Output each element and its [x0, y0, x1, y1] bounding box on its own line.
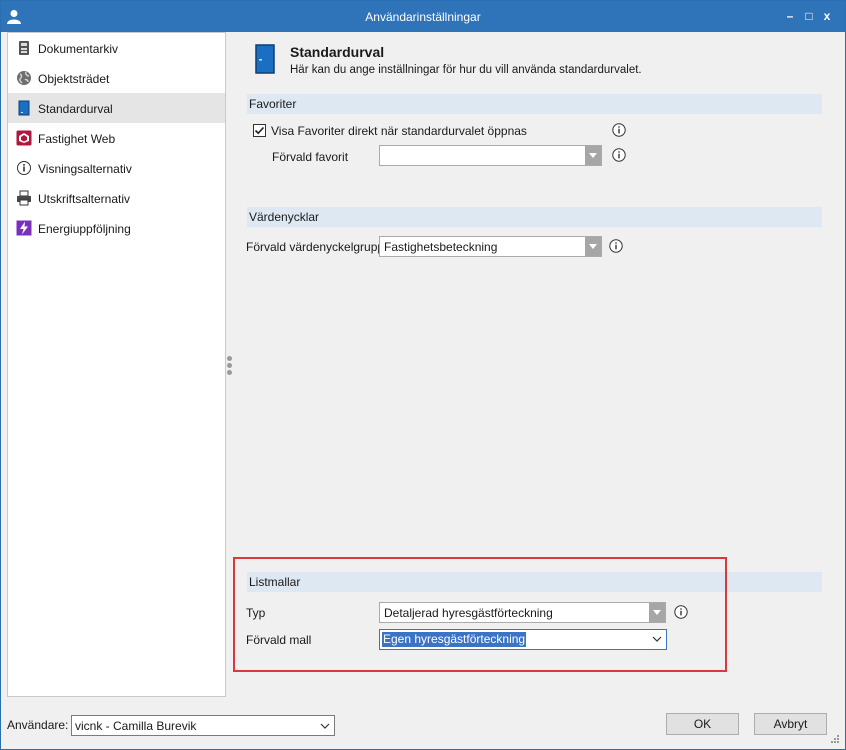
settings-window: Användarinställningar – □ x Dokumentarki…: [0, 0, 846, 750]
energy-icon: [16, 220, 32, 236]
globe-icon: [17, 71, 31, 85]
window-title: Användarinställningar: [365, 10, 481, 24]
fastighet-web-icon: [16, 130, 32, 146]
nav-item-label: Standardurval: [38, 102, 113, 116]
nav-item-standardurval[interactable]: Standardurval: [8, 93, 225, 123]
info-icon[interactable]: [612, 123, 626, 137]
show-favorites-checkbox[interactable]: [253, 124, 266, 137]
default-favorite-label: Förvald favorit: [272, 150, 349, 164]
nav-item-utskriftsalternativ[interactable]: Utskriftsalternativ: [8, 183, 225, 213]
page-title: Standardurval: [290, 44, 385, 60]
nav-item-label: Utskriftsalternativ: [38, 192, 131, 206]
maximize-button[interactable]: □: [800, 7, 818, 25]
info-icon: [17, 161, 31, 175]
section-title: Värdenycklar: [249, 210, 320, 224]
user-value: vicnk - Camilla Burevik: [75, 719, 197, 733]
settings-nav: Dokumentarkiv Objektsträdet Standardurva…: [7, 32, 226, 697]
info-icon[interactable]: [612, 148, 626, 162]
section-title: Favoriter: [249, 97, 297, 111]
user-label: Användare:: [7, 718, 69, 732]
ok-button[interactable]: OK: [666, 713, 739, 735]
chevron-down-icon[interactable]: [320, 722, 330, 730]
nav-item-dokumentarkiv[interactable]: Dokumentarkiv: [8, 33, 225, 63]
page-description: Här kan du ange inställningar för hur du…: [290, 64, 642, 76]
value-key-group-label: Förvald värdenyckelgrupp: [246, 240, 385, 254]
printer-icon: [17, 190, 31, 206]
default-favorite-dropdown[interactable]: [379, 145, 602, 166]
section-header-vardenycklar: Värdenycklar: [247, 207, 822, 227]
user-dropdown[interactable]: vicnk - Camilla Burevik: [71, 715, 335, 736]
highlight-box: [233, 557, 727, 672]
dropdown-arrow-icon[interactable]: [585, 237, 601, 256]
value-key-group-value: Fastighetsbeteckning: [384, 240, 498, 254]
nav-item-energiuppfoljning[interactable]: Energiuppföljning: [8, 213, 225, 243]
nav-item-label: Visningsalternativ: [38, 162, 132, 176]
nav-item-label: Fastighet Web: [38, 132, 116, 146]
nav-item-label: Objektsträdet: [38, 72, 110, 86]
nav-item-label: Dokumentarkiv: [38, 42, 119, 56]
nav-item-fastighet-web[interactable]: Fastighet Web: [8, 123, 225, 153]
title-bar[interactable]: Användarinställningar – □ x: [1, 1, 845, 32]
door-icon: [255, 44, 275, 74]
document-archive-icon: [19, 41, 29, 55]
close-button[interactable]: x: [818, 7, 836, 25]
value-key-group-dropdown[interactable]: Fastighetsbeteckning: [379, 236, 602, 257]
nav-item-objektstradet[interactable]: Objektsträdet: [8, 63, 225, 93]
settings-panel: Standardurval Här kan du ange inställnin…: [233, 32, 833, 697]
minimize-button[interactable]: –: [781, 7, 799, 25]
section-header-favoriter: Favoriter: [247, 94, 822, 114]
show-favorites-label[interactable]: Visa Favoriter direkt när standardurvale…: [271, 124, 527, 138]
dropdown-arrow-icon[interactable]: [585, 146, 601, 165]
cancel-button[interactable]: Avbryt: [754, 713, 827, 735]
nav-item-visningsalternativ[interactable]: Visningsalternativ: [8, 153, 225, 183]
resize-grip-icon[interactable]: [830, 734, 840, 744]
door-icon: [18, 100, 30, 116]
checkmark-icon: [254, 126, 265, 135]
info-icon[interactable]: [609, 239, 623, 253]
nav-item-label: Energiuppföljning: [38, 222, 131, 236]
